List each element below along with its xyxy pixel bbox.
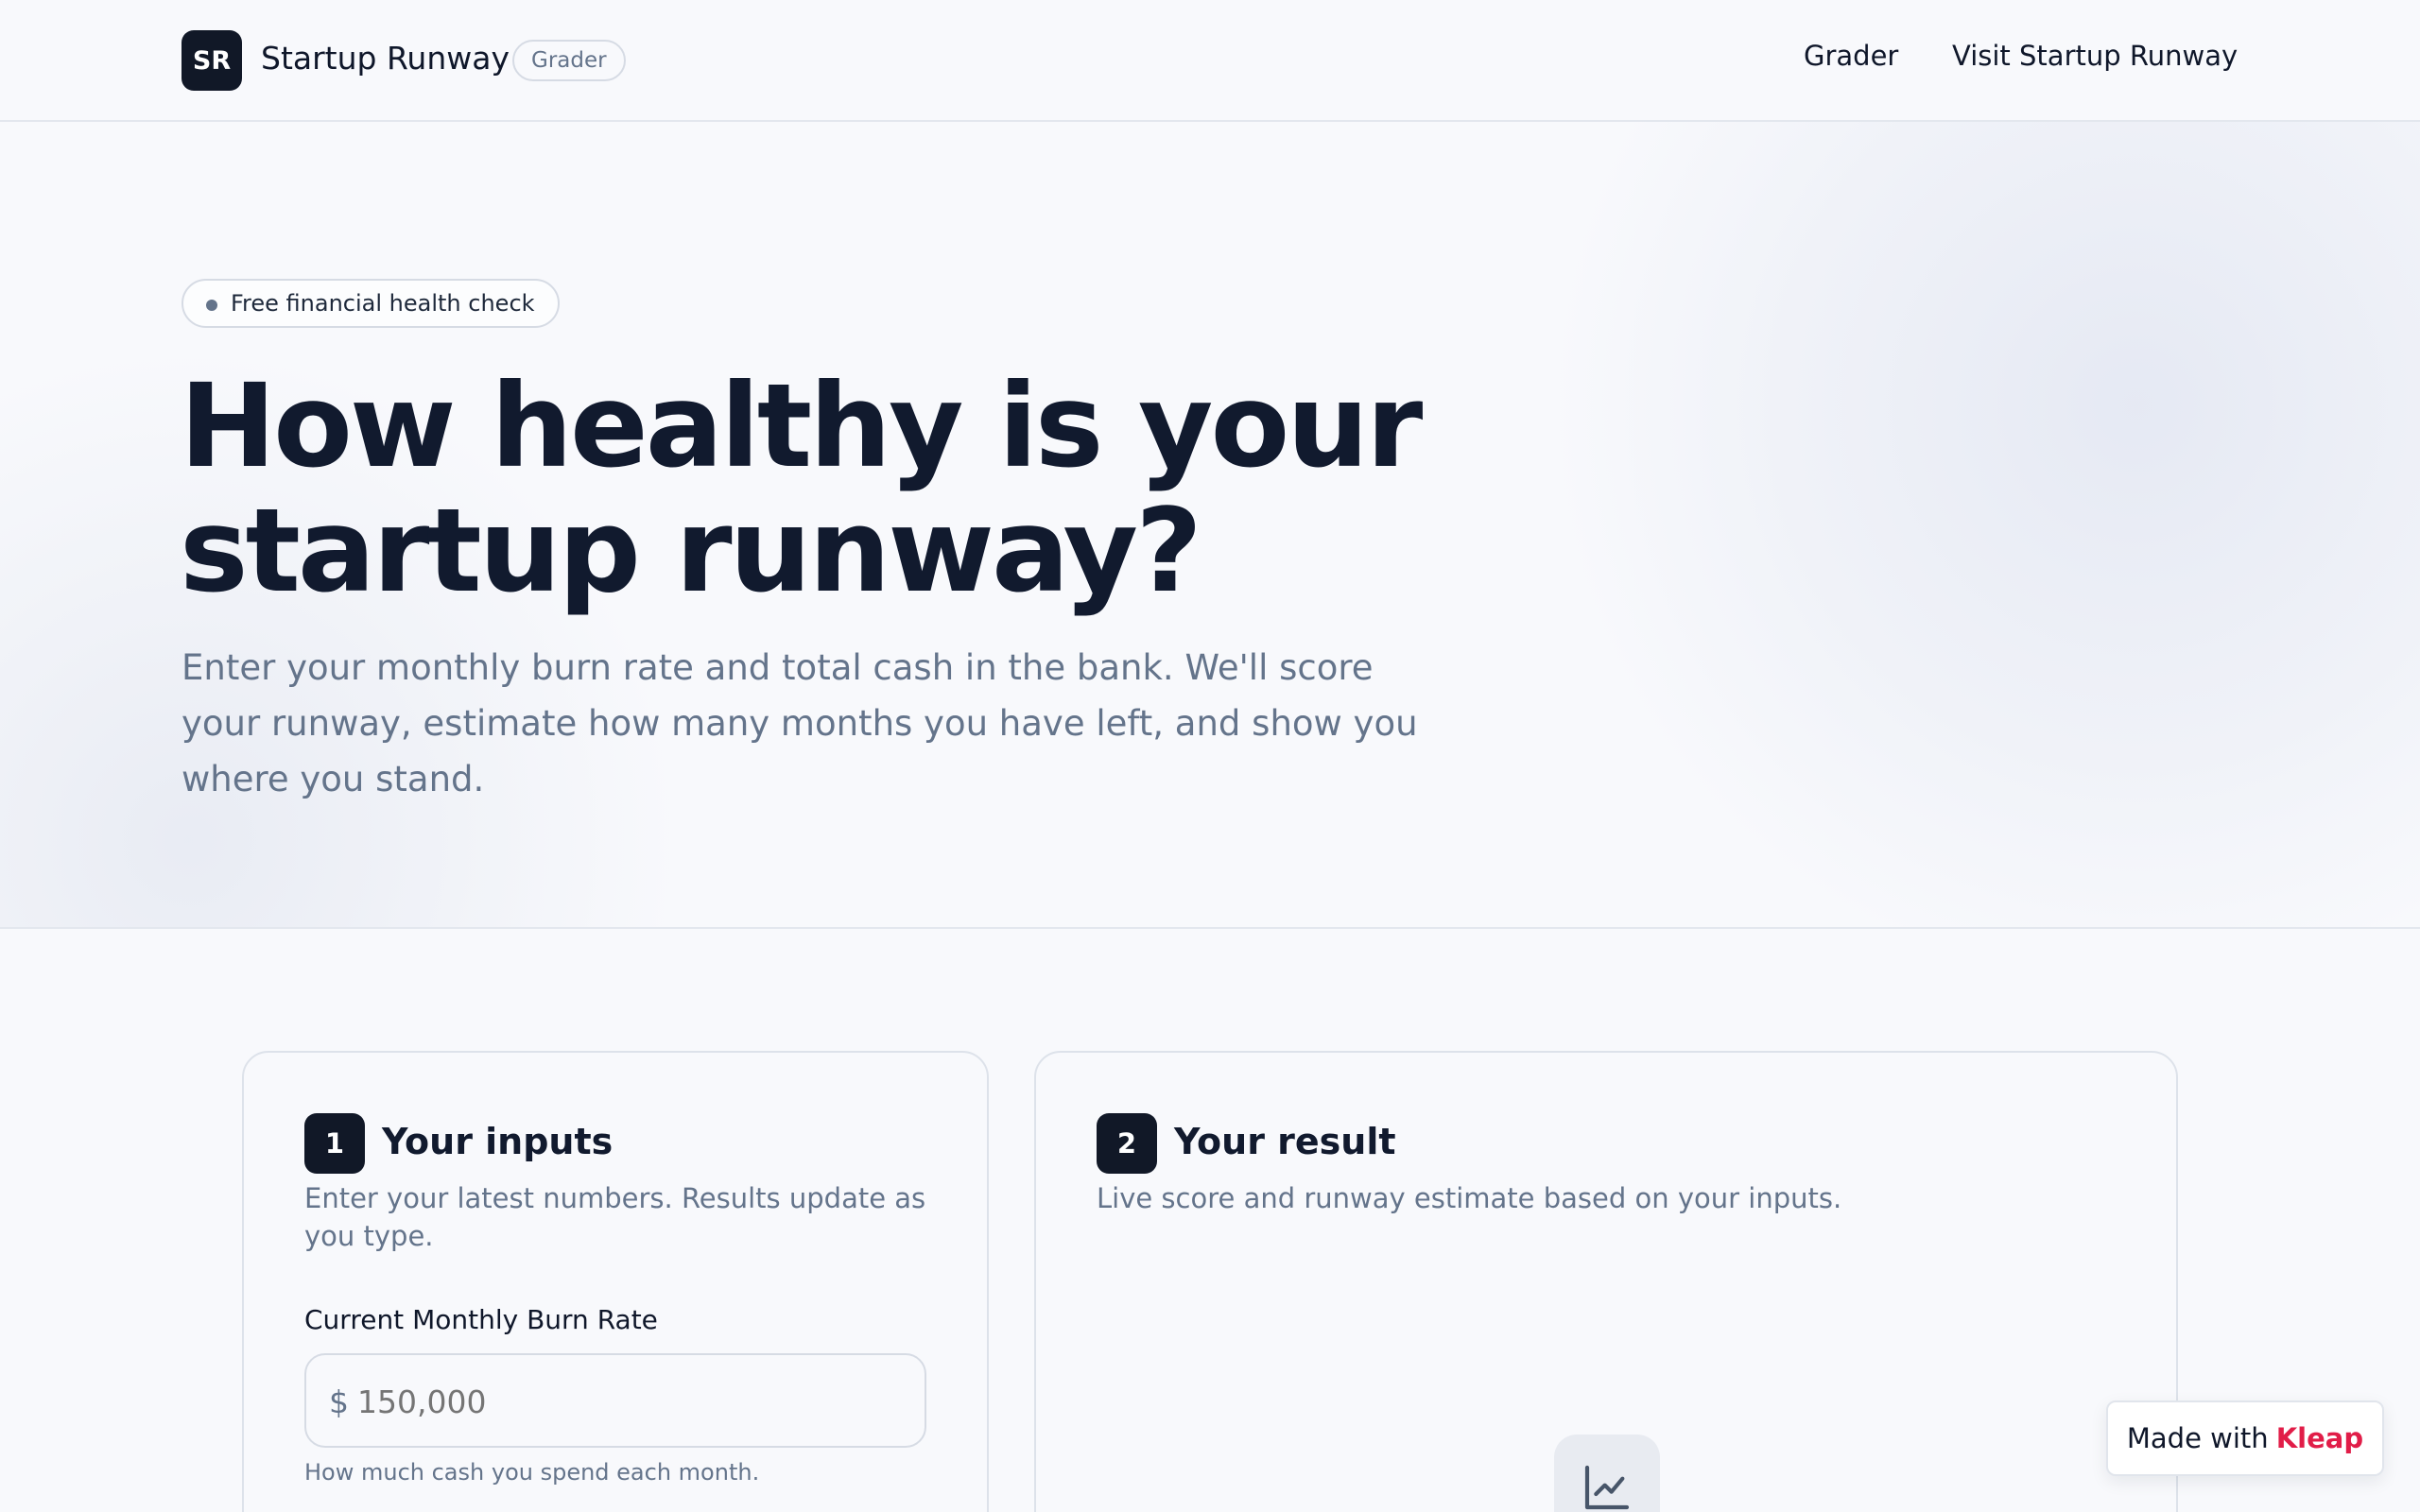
brand-badge: Grader	[512, 40, 626, 81]
nav-link-grader[interactable]: Grader	[1804, 40, 1898, 72]
hero-pill-label: Free financial health check	[231, 290, 535, 317]
page: SR Startup Runway Grader Grader Visit St…	[0, 0, 2420, 1512]
top-header: SR Startup Runway Grader Grader Visit St…	[0, 0, 2420, 122]
step-number: 2	[1097, 1113, 1157, 1174]
line-chart-icon	[1554, 1435, 1660, 1512]
card-title: Your result	[1174, 1121, 1396, 1162]
brand-name[interactable]: Startup Runway	[261, 40, 510, 77]
inputs-card: 1 Your inputs Enter your latest numbers.…	[242, 1051, 989, 1512]
step-number: 1	[304, 1113, 365, 1174]
burn-rate-input[interactable]	[357, 1376, 887, 1427]
hero-pill: Free financial health check	[182, 279, 560, 328]
card-description: Live score and runway estimate based on …	[1097, 1182, 1842, 1214]
card-title: Your inputs	[382, 1121, 614, 1162]
hero-subtitle: Enter your monthly burn rate and total c…	[182, 647, 1418, 799]
made-with-kleap-badge[interactable]: Made with Kleap	[2106, 1400, 2384, 1476]
logo-icon[interactable]: SR	[182, 30, 242, 91]
made-with-label: Made with	[2126, 1422, 2269, 1454]
result-card: 2 Your result Live score and runway esti…	[1034, 1051, 2178, 1512]
card-description: Enter your latest numbers. Results updat…	[304, 1182, 926, 1252]
burn-rate-label: Current Monthly Burn Rate	[304, 1304, 658, 1335]
nav-link-visit-startup-runway[interactable]: Visit Startup Runway	[1952, 40, 2238, 72]
hero-section: Free financial health check How healthy …	[0, 122, 2420, 929]
burn-rate-help: How much cash you spend each month.	[304, 1459, 760, 1486]
burn-rate-field[interactable]: $	[304, 1353, 926, 1448]
dot-icon	[206, 300, 217, 311]
currency-prefix: $	[329, 1383, 349, 1420]
kleap-brand: Kleap	[2275, 1422, 2364, 1454]
hero-title: How healthy is your startup runway?	[180, 359, 1423, 618]
